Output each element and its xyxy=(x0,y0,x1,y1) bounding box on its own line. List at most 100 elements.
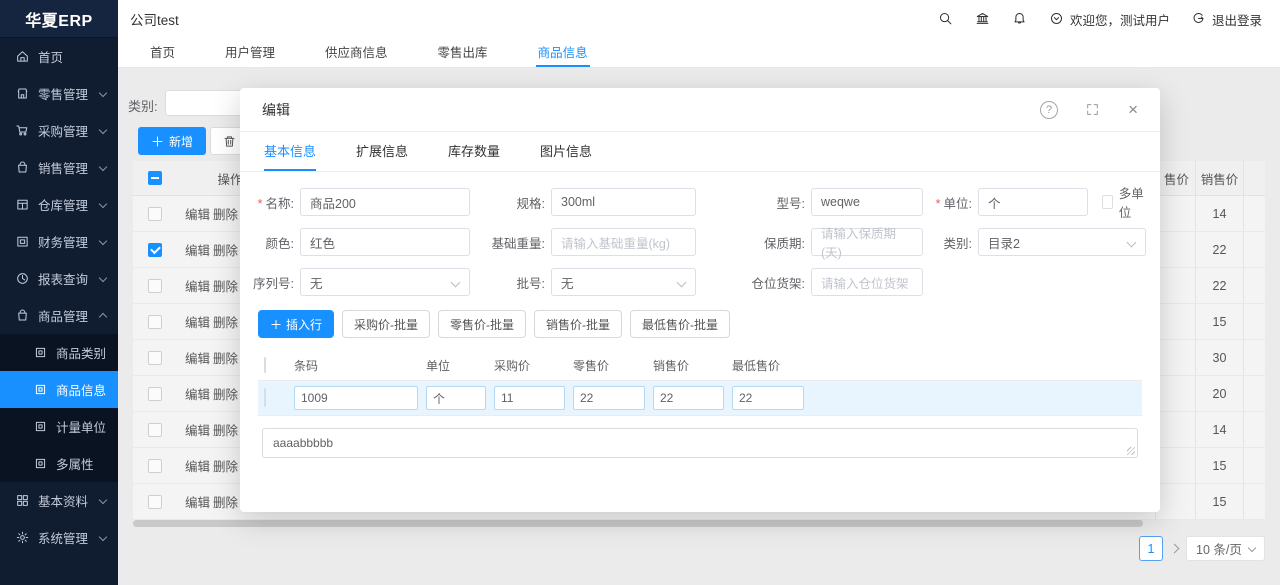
page-size-value: 10 条/页 xyxy=(1196,539,1242,558)
sale-price-batch-button[interactable]: 销售价-批量 xyxy=(534,310,622,338)
price-select-all-checkbox[interactable] xyxy=(264,357,266,373)
barcode-input[interactable]: 1009 xyxy=(294,386,418,410)
sale-price-value: 20 xyxy=(1195,376,1243,411)
sidebar-item-goods-category[interactable]: 商品类别 xyxy=(0,334,118,371)
logout-button[interactable]: 退出登录 xyxy=(1192,10,1262,29)
close-icon[interactable]: × xyxy=(1128,101,1138,118)
tab-goods-info[interactable]: 商品信息 xyxy=(536,38,590,67)
row-checkbox[interactable] xyxy=(148,315,162,329)
modal-tab-stock-qty[interactable]: 库存数量 xyxy=(448,132,500,171)
row-checkbox[interactable] xyxy=(148,243,162,257)
edit-link[interactable]: 编辑 xyxy=(185,484,210,519)
next-page-button[interactable] xyxy=(1170,544,1180,554)
retail-price-batch-button[interactable]: 零售价-批量 xyxy=(438,310,526,338)
edit-link[interactable]: 编辑 xyxy=(185,232,210,267)
sidebar-item-multi-attribute[interactable]: 多属性 xyxy=(0,445,118,482)
delete-link[interactable]: 删除 xyxy=(213,376,238,411)
row-checkbox[interactable] xyxy=(148,495,162,509)
modal-tab-basic-info[interactable]: 基本信息 xyxy=(264,132,316,171)
row-checkbox[interactable] xyxy=(148,459,162,473)
sidebar-item-system-mgmt[interactable]: 系统管理 xyxy=(0,519,118,556)
sidebar-item-finance-mgmt[interactable]: 财务管理 xyxy=(0,223,118,260)
edit-link[interactable]: 编辑 xyxy=(185,448,210,483)
sale-price-cell: 22 xyxy=(647,386,726,410)
batch-no-select[interactable]: 无 xyxy=(551,268,696,296)
tab-home[interactable]: 首页 xyxy=(148,38,177,67)
modal-tab-extended-info[interactable]: 扩展信息 xyxy=(356,132,408,171)
row-checkbox[interactable] xyxy=(148,279,162,293)
edit-link[interactable]: 编辑 xyxy=(185,376,210,411)
sidebar-item-purchase-mgmt[interactable]: 采购管理 xyxy=(0,112,118,149)
sidebar-item-warehouse-mgmt[interactable]: 仓库管理 xyxy=(0,186,118,223)
sidebar-item-retail-mgmt[interactable]: 零售管理 xyxy=(0,75,118,112)
sidebar-item-sales-mgmt[interactable]: 销售管理 xyxy=(0,149,118,186)
modal-tab-image-info[interactable]: 图片信息 xyxy=(540,132,592,171)
purchase-price-input[interactable]: 11 xyxy=(494,386,565,410)
box-icon xyxy=(15,198,29,212)
add-button[interactable]: 新增 xyxy=(138,127,206,155)
color-label: 颜色: xyxy=(246,233,300,252)
row-checkbox[interactable] xyxy=(148,387,162,401)
remark-textarea[interactable]: aaaabbbbb xyxy=(262,428,1138,458)
sidebar-item-measure-unit[interactable]: 计量单位 xyxy=(0,408,118,445)
tab-supplier-info[interactable]: 供应商信息 xyxy=(323,38,390,67)
sidebar-item-goods-mgmt[interactable]: 商品管理 xyxy=(0,297,118,334)
base-weight-label: 基础重量: xyxy=(470,233,551,252)
purchase-price-batch-button[interactable]: 采购价-批量 xyxy=(342,310,430,338)
base-weight-input[interactable]: 请输入基础重量(kg) xyxy=(551,228,696,256)
model-input[interactable]: weqwe xyxy=(811,188,923,216)
min-price-batch-button[interactable]: 最低售价-批量 xyxy=(630,310,730,338)
serial-no-select[interactable]: 无 xyxy=(300,268,470,296)
row-checkbox[interactable] xyxy=(148,351,162,365)
retail-price-cell xyxy=(1155,340,1195,375)
unit-input[interactable]: 个 xyxy=(426,386,486,410)
edit-link[interactable]: 编辑 xyxy=(185,268,210,303)
user-menu[interactable]: 欢迎您，测试用户 xyxy=(1050,10,1170,29)
shelf-life-input[interactable]: 请输入保质期(天) xyxy=(811,228,923,256)
sidebar-item-label: 仓库管理 xyxy=(38,195,88,214)
unit-input[interactable]: 个 xyxy=(978,188,1088,216)
insert-row-button[interactable]: 插入行 xyxy=(258,310,334,338)
bell-icon[interactable] xyxy=(1013,12,1028,27)
edit-form: 名称:商品200规格:300ml型号:weqwe单位:个多单位颜色:红色基础重量… xyxy=(240,172,1160,296)
current-page[interactable]: 1 xyxy=(1139,536,1163,561)
delete-link[interactable]: 删除 xyxy=(213,232,238,267)
edit-link[interactable]: 编辑 xyxy=(185,304,210,339)
edit-link[interactable]: 编辑 xyxy=(185,340,210,375)
shelf-position-input[interactable]: 请输入仓位货架 xyxy=(811,268,923,296)
delete-link[interactable]: 删除 xyxy=(213,484,238,519)
edit-link[interactable]: 编辑 xyxy=(185,412,210,447)
color-input[interactable]: 红色 xyxy=(300,228,470,256)
scrollbar-thumb[interactable] xyxy=(133,520,1143,527)
category-select[interactable]: 目录2 xyxy=(978,228,1146,256)
name-input[interactable]: 商品200 xyxy=(300,188,470,216)
delete-link[interactable]: 删除 xyxy=(213,304,238,339)
delete-link[interactable]: 删除 xyxy=(213,340,238,375)
tab-retail-out[interactable]: 零售出库 xyxy=(436,38,490,67)
delete-link[interactable]: 删除 xyxy=(213,412,238,447)
row-checkbox[interactable] xyxy=(148,423,162,437)
help-icon[interactable]: ? xyxy=(1040,101,1058,119)
sidebar-item-goods-info[interactable]: 商品信息 xyxy=(0,371,118,408)
sidebar-item-report-query[interactable]: 报表查询 xyxy=(0,260,118,297)
row-checkbox[interactable] xyxy=(148,207,162,221)
tab-user-mgmt[interactable]: 用户管理 xyxy=(223,38,277,67)
edit-link[interactable]: 编辑 xyxy=(185,196,210,231)
delete-link[interactable]: 删除 xyxy=(213,268,238,303)
retail-price-input[interactable]: 22 xyxy=(573,386,645,410)
min-price-input[interactable]: 22 xyxy=(732,386,804,410)
bank-icon[interactable] xyxy=(976,12,991,27)
multi-unit-checkbox[interactable]: 多单位 xyxy=(1102,183,1146,221)
select-all-checkbox[interactable] xyxy=(148,171,162,185)
delete-link[interactable]: 删除 xyxy=(213,196,238,231)
spec-input[interactable]: 300ml xyxy=(551,188,696,216)
fullscreen-icon[interactable] xyxy=(1086,103,1100,117)
page-size-select[interactable]: 10 条/页 xyxy=(1186,536,1265,561)
delete-link[interactable]: 删除 xyxy=(213,448,238,483)
sidebar-item-basic-data[interactable]: 基本资料 xyxy=(0,482,118,519)
sale-price-input[interactable]: 22 xyxy=(653,386,724,410)
sidebar-item-home[interactable]: 首页 xyxy=(0,38,118,75)
price-row-checkbox[interactable] xyxy=(264,388,266,407)
sidebar-item-label: 系统管理 xyxy=(38,528,88,547)
search-icon[interactable] xyxy=(939,12,954,27)
